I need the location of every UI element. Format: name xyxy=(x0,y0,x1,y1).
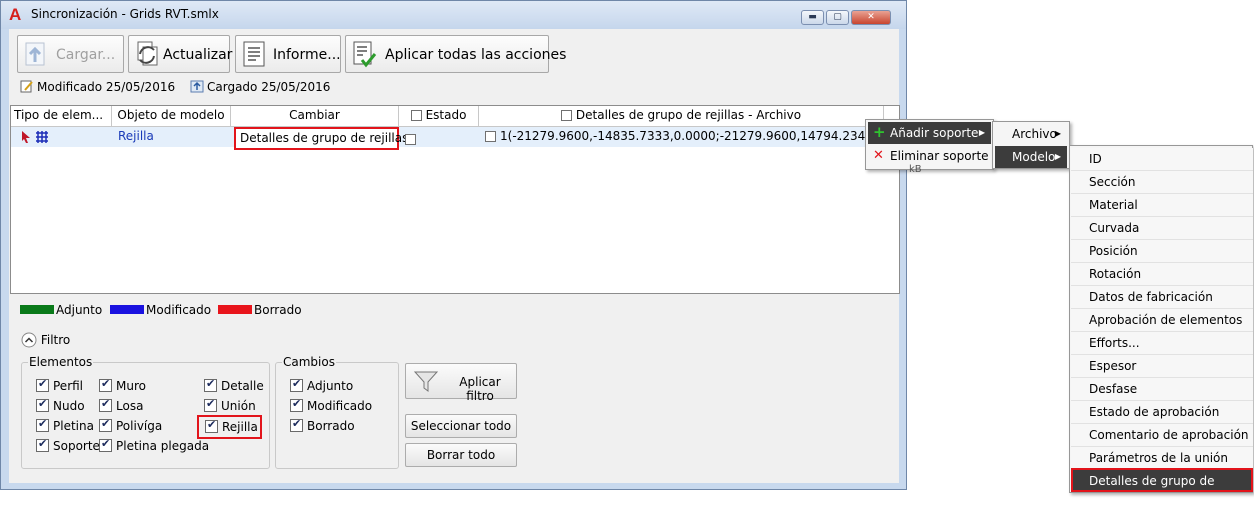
col-element-type[interactable]: Tipo de elem... xyxy=(11,106,112,126)
col-change[interactable]: Cambiar xyxy=(231,106,399,126)
filter-losa[interactable]: Losa xyxy=(99,397,143,413)
model-item-curvada[interactable]: Curvada xyxy=(1071,217,1253,240)
row-model-object[interactable]: Rejilla xyxy=(118,127,154,147)
legend-deleted: Borrado xyxy=(218,303,302,317)
model-item-datos-fabricacion[interactable]: Datos de fabricación xyxy=(1071,286,1253,309)
filter-modificado[interactable]: Modificado xyxy=(290,397,372,413)
report-icon xyxy=(243,41,265,67)
filter-pletina-plegada[interactable]: Pletina plegada xyxy=(99,437,209,453)
model-item-rotacion[interactable]: Rotación xyxy=(1071,263,1253,286)
filter-nudo[interactable]: Nudo xyxy=(36,397,85,413)
col-grid-details[interactable]: Detalles de grupo de rejillas - Archivo xyxy=(479,106,884,126)
filter-rejilla[interactable]: Rejilla xyxy=(197,415,262,439)
apply-all-button[interactable]: Aplicar todas las acciones xyxy=(345,35,566,73)
filter-pletina[interactable]: Pletina xyxy=(36,417,94,433)
context-menu: + Añadir soporte ▶ ✕ Eliminar soporte xyxy=(865,119,994,170)
model-item-desfase[interactable]: Desfase xyxy=(1071,378,1253,401)
legend-modified-swatch xyxy=(110,305,144,314)
col-status[interactable]: Estado xyxy=(399,106,479,126)
row-status-checkbox[interactable] xyxy=(405,130,420,150)
col-model-object[interactable]: Objeto de modelo xyxy=(112,106,231,126)
refresh-button[interactable]: Actualizar xyxy=(128,35,233,73)
model-item-estado-aprobacion[interactable]: Estado de aprobación xyxy=(1071,401,1253,424)
row-change-value[interactable]: Detalles de grupo de rejillas xyxy=(234,127,408,150)
table-row[interactable]: Rejilla Detalles de grupo de rejillas 1(… xyxy=(11,127,940,150)
window-client: Cargar... Actualizar Informe... Aplicar … xyxy=(9,29,940,483)
row-details-checkbox[interactable] xyxy=(485,131,496,142)
model-item-id[interactable]: ID xyxy=(1071,148,1253,171)
filter-detalle[interactable]: Detalle xyxy=(204,377,264,393)
filter-muro[interactable]: Muro xyxy=(99,377,146,393)
filter-soporte[interactable]: Soporte xyxy=(36,437,100,453)
refresh-label: Actualizar xyxy=(163,47,233,63)
status-header-checkbox[interactable] xyxy=(410,110,422,121)
modified-status: Modificado 25/05/2016 xyxy=(20,80,175,94)
edit-icon xyxy=(20,80,33,93)
maximize-button[interactable]: ▢ xyxy=(826,10,849,25)
submenu-arrow-icon: ▶ xyxy=(1054,152,1061,161)
model-item-comentario-aprobacion[interactable]: Comentario de aprobación xyxy=(1071,424,1253,447)
collapse-icon xyxy=(21,332,37,348)
legend-added: Adjunto xyxy=(20,303,102,317)
details-header-checkbox[interactable] xyxy=(560,110,572,121)
submenu-arrow-icon: ▶ xyxy=(1054,129,1061,138)
delete-icon: ✕ xyxy=(873,148,884,163)
filter-toggle[interactable]: Filtro xyxy=(21,332,70,348)
minimize-button[interactable]: ▬ xyxy=(801,10,824,25)
sync-grid: Tipo de elem... Objeto de modelo Cambiar… xyxy=(10,105,940,294)
loaded-icon xyxy=(190,80,204,93)
pointer-icon xyxy=(21,130,31,150)
refresh-icon xyxy=(137,41,158,66)
model-item[interactable]: Modelo ▶ xyxy=(995,146,1067,168)
model-submenu: ID Sección Material Curvada Posición Rot… xyxy=(1069,145,1253,510)
loaded-status: Cargado 25/05/2016 xyxy=(190,80,330,94)
apply-all-icon xyxy=(353,41,377,68)
elements-group-title: Elementos xyxy=(28,355,94,369)
filter-adjunto[interactable]: Adjunto xyxy=(290,377,353,393)
model-item-posicion[interactable]: Posición xyxy=(1071,240,1253,263)
add-support-submenu: Archivo ▶ Modelo ▶ xyxy=(992,121,1070,169)
funnel-icon xyxy=(413,371,439,392)
grid-object-icon xyxy=(35,130,49,150)
plus-icon: + xyxy=(873,123,886,141)
clear-all-button[interactable]: Borrar todo xyxy=(405,443,517,467)
grid-header: Tipo de elem... Objeto de modelo Cambiar… xyxy=(11,106,899,127)
changes-group-title: Cambios xyxy=(282,355,336,369)
load-icon xyxy=(25,42,45,66)
file-item[interactable]: Archivo ▶ xyxy=(995,123,1067,145)
submenu-arrow-icon: ▶ xyxy=(978,128,985,137)
legend-deleted-swatch xyxy=(218,305,252,314)
model-item-efforts[interactable]: Efforts... xyxy=(1071,332,1253,355)
model-item-grid-details[interactable]: Detalles de grupo de rejillas xyxy=(1071,468,1253,510)
partial-text: kB xyxy=(909,164,922,175)
remove-support-item[interactable]: ✕ Eliminar soporte xyxy=(868,145,991,167)
add-support-item[interactable]: + Añadir soporte ▶ xyxy=(868,122,991,144)
model-item-material[interactable]: Material xyxy=(1071,194,1253,217)
legend-modified: Modificado xyxy=(110,303,211,317)
close-button[interactable]: ✕ xyxy=(851,10,891,25)
load-button[interactable]: Cargar... xyxy=(17,35,124,73)
title-bar[interactable]: A Sincronización - Grids RVT.smlx ▬ ▢ ✕ xyxy=(1,1,906,29)
filter-perfil[interactable]: Perfil xyxy=(36,377,83,393)
model-item-espesor[interactable]: Espesor xyxy=(1071,355,1253,378)
filter-union[interactable]: Unión xyxy=(204,397,256,413)
report-button[interactable]: Informe... xyxy=(235,35,341,73)
apply-filter-button[interactable]: Aplicar filtro xyxy=(405,363,517,403)
filter-poliviga[interactable]: Polivíga xyxy=(99,417,162,433)
report-label: Informe... xyxy=(273,47,341,63)
model-item-parametros-union[interactable]: Parámetros de la unión xyxy=(1071,447,1253,470)
select-all-button[interactable]: Seleccionar todo xyxy=(405,414,517,438)
sync-window: A Sincronización - Grids RVT.smlx ▬ ▢ ✕ … xyxy=(0,0,940,490)
legend-added-swatch xyxy=(20,305,54,314)
load-label: Cargar... xyxy=(56,47,116,63)
filter-borrado[interactable]: Borrado xyxy=(290,417,355,433)
model-item-seccion[interactable]: Sección xyxy=(1071,171,1253,194)
window-title: Sincronización - Grids RVT.smlx xyxy=(31,7,219,21)
app-logo-icon: A xyxy=(9,5,22,24)
apply-all-label: Aplicar todas las acciones xyxy=(385,47,567,63)
model-item-aprobacion-elementos[interactable]: Aprobación de elementos xyxy=(1071,309,1253,332)
